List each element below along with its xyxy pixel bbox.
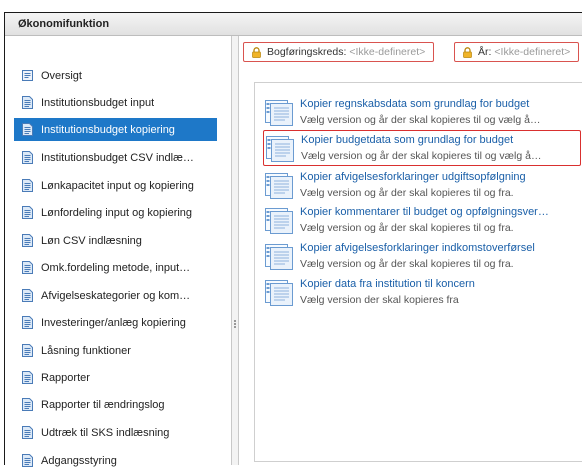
task-title[interactable]: Kopier budgetdata som grundlag for budge… [301,134,513,146]
sidebar-item-lonkapacitet[interactable]: Lønkapacitet input og kopiering [14,174,217,197]
bogforingskreds-value: <Ikke-defineret> [349,46,426,58]
document-icon [22,289,33,302]
bogforingskreds-label: Bogføringskreds: [267,46,347,58]
app-window: Økonomifunktion Oversigt Institutionsbud… [4,12,582,465]
document-icon [22,371,33,384]
task-description: Vælg version der skal kopieres fra [300,294,459,306]
sidebar-item-lon-csv[interactable]: Løn CSV indlæsning [14,229,217,252]
task-title[interactable]: Kopier afvigelsesforklaringer udgiftsopf… [300,171,526,183]
document-icon [22,398,33,411]
sidebar-item-lasning[interactable]: Låsning funktioner [14,339,217,362]
task-icon [265,244,293,270]
sidebar-item-udtraek-sks[interactable]: Udtræk til SKS indlæsning [14,421,217,444]
task-kopier-afvigelser-udgift[interactable]: Kopier afvigelsesforklaringer udgiftsopf… [263,168,581,204]
panel-splitter[interactable] [232,36,239,465]
sidebar-item-label: Lønkapacitet input og kopiering [41,179,194,192]
overview-icon [22,69,33,82]
sidebar-item-rapporter-aendringslog[interactable]: Rapporter til ændringslog [14,393,217,416]
lock-icon [252,47,261,58]
sidebar-item-label: Låsning funktioner [41,344,131,357]
task-description: Vælg version og år der skal kopieres til… [300,222,514,234]
task-kopier-regnskabsdata[interactable]: Kopier regnskabsdata som grundlag for bu… [263,95,581,131]
sidebar-item-label: Oversigt [41,69,82,82]
task-kopier-kommentarer[interactable]: Kopier kommentarer til budget og opfølgn… [263,203,581,239]
sidebar-item-label: Udtræk til SKS indlæsning [41,426,170,439]
document-icon [22,454,33,467]
sidebar-item-oversigt[interactable]: Oversigt [14,64,217,87]
aar-label: År: [478,46,492,58]
document-icon [22,261,33,274]
task-icon [265,100,293,126]
lock-icon [463,47,472,58]
document-icon [22,123,33,136]
document-icon [22,151,33,164]
document-icon [22,206,33,219]
sidebar-item-label: Rapporter [41,371,90,384]
sidebar-item-rapporter[interactable]: Rapporter [14,366,217,389]
task-title[interactable]: Kopier afvigelsesforklaringer indkomstov… [300,242,535,254]
sidebar-item-label: Omk.fordeling metode, input… [41,261,191,274]
task-icon [265,280,293,306]
sidebar-item-label: Investeringer/anlæg kopiering [41,316,186,329]
sidebar-item-institutionsbudget-input[interactable]: Institutionsbudget input [14,91,217,114]
task-kopier-institution-koncern[interactable]: Kopier data fra institution til koncern … [263,275,581,311]
task-list-panel: Kopier regnskabsdata som grundlag for bu… [254,82,582,462]
sidebar-item-lonfordeling[interactable]: Lønfordeling input og kopiering [14,201,217,224]
sidebar-item-label: Institutionsbudget input [41,96,155,109]
document-icon [22,426,33,439]
document-icon [22,344,33,357]
filter-bar: Bogføringskreds: <Ikke-defineret> År: <I… [239,36,582,68]
bogforingskreds-filter[interactable]: Bogføringskreds: <Ikke-defineret> [243,42,435,62]
task-description: Vælg version og år der skal kopieres til… [300,114,541,126]
sidebar-item-label: Rapporter til ændringslog [41,398,165,411]
task-icon [265,208,293,234]
task-description: Vælg version og år der skal kopieres til… [300,187,514,199]
document-icon [22,234,33,247]
sidebar: Oversigt Institutionsbudget input Instit… [5,36,232,465]
sidebar-item-label: Løn CSV indlæsning [41,234,142,247]
aar-value: <Ikke-defineret> [494,46,571,58]
task-icon [266,136,294,162]
sidebar-item-label: Afvigelseskategorier og kom… [41,289,191,302]
task-icon [265,173,293,199]
task-description: Vælg version og år der skal kopieres til… [300,258,514,270]
sidebar-item-label: Institutionsbudget CSV indlæ… [41,151,194,164]
document-icon [22,316,33,329]
sidebar-item-label: Institutionsbudget kopiering [41,123,175,136]
task-kopier-budgetdata[interactable]: Kopier budgetdata som grundlag for budge… [263,130,581,166]
document-icon [22,96,33,109]
window-title: Økonomifunktion [18,18,110,30]
task-title[interactable]: Kopier regnskabsdata som grundlag for bu… [300,98,529,110]
sidebar-item-institutionsbudget-csv[interactable]: Institutionsbudget CSV indlæ… [14,146,217,169]
task-kopier-afvigelser-indkomst[interactable]: Kopier afvigelsesforklaringer indkomstov… [263,239,581,275]
document-icon [22,179,33,192]
sidebar-item-omk-fordeling[interactable]: Omk.fordeling metode, input… [14,256,217,279]
task-title[interactable]: Kopier kommentarer til budget og opfølgn… [300,206,549,218]
sidebar-item-adgangsstyring[interactable]: Adgangsstyring [14,449,217,472]
task-description: Vælg version og år der skal kopieres til… [301,150,542,162]
sidebar-item-afvigelseskategorier[interactable]: Afvigelseskategorier og kom… [14,284,217,307]
aar-filter[interactable]: År: <Ikke-defineret> [454,42,580,62]
sidebar-item-label: Lønfordeling input og kopiering [41,206,193,219]
sidebar-item-institutionsbudget-kopiering[interactable]: Institutionsbudget kopiering [14,118,217,141]
sidebar-item-investeringer[interactable]: Investeringer/anlæg kopiering [14,311,217,334]
window-titlebar: Økonomifunktion [5,13,582,36]
task-title[interactable]: Kopier data fra institution til koncern [300,278,475,290]
splitter-grip-icon [233,319,237,333]
